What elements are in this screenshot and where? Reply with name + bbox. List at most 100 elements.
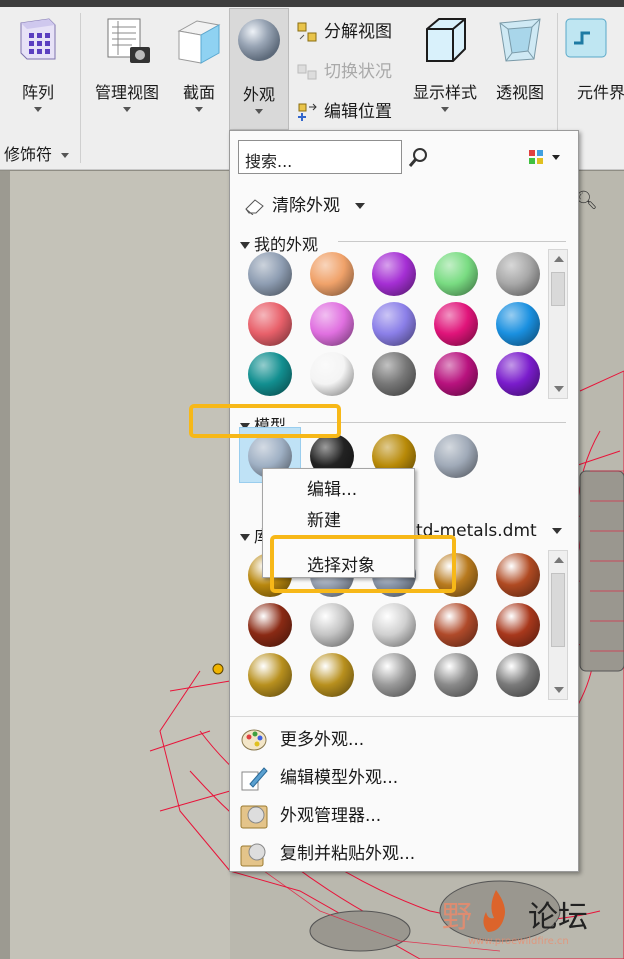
eraser-icon (245, 199, 264, 216)
component-interface-icon (565, 18, 607, 58)
appearance-swatch[interactable] (372, 352, 416, 396)
chevron-down-icon (195, 107, 203, 112)
appearance-swatch[interactable] (496, 252, 540, 296)
appearance-button[interactable]: 外观 (229, 8, 289, 130)
appearance-swatch[interactable] (434, 252, 478, 296)
appearance-swatch[interactable] (496, 653, 540, 697)
appearance-swatch[interactable] (248, 603, 292, 647)
model-section-highlight (189, 404, 341, 438)
appearance-swatch[interactable] (496, 553, 540, 597)
my-appearances-grid (236, 249, 546, 399)
chevron-down-icon (61, 153, 70, 158)
pattern-button[interactable]: 阵列 (2, 7, 74, 132)
scroll-down-icon[interactable] (554, 687, 564, 693)
edit-position-icon (298, 103, 317, 121)
appearance-swatch[interactable] (434, 352, 478, 396)
scrollbar-thumb[interactable] (551, 573, 565, 647)
perspective-icon (499, 18, 541, 62)
chevron-down-icon (441, 107, 449, 112)
toggle-status-button[interactable]: 切换状况 (296, 57, 392, 83)
appearance-swatch[interactable] (310, 352, 354, 396)
explode-view-label: 分解视图 (324, 22, 392, 42)
appearance-swatch[interactable] (248, 653, 292, 697)
component-interface-label: 元件界 (576, 83, 624, 102)
edit-appearance-icon (241, 767, 268, 791)
explode-view-icon (297, 22, 317, 42)
appearance-swatch[interactable] (434, 603, 478, 647)
appearance-sphere-icon (238, 19, 280, 61)
section-icon (177, 20, 221, 64)
more-appearances-label: 更多外观... (280, 730, 365, 750)
explode-view-button[interactable]: 分解视图 (296, 17, 392, 43)
watermark-right-text: 论坛 (528, 900, 588, 935)
edit-position-button[interactable]: 编辑位置 (296, 97, 392, 123)
chevron-down-icon (34, 107, 42, 112)
search-placeholder: 搜索... (245, 152, 293, 171)
pattern-label: 阵列 (21, 83, 54, 102)
display-style-button[interactable]: 显示样式 (406, 7, 484, 132)
divider (80, 13, 81, 163)
perspective-label: 透视图 (495, 83, 544, 102)
chevron-down-icon (123, 107, 131, 112)
appearance-swatch[interactable] (496, 302, 540, 346)
collapse-triangle-icon (240, 242, 250, 249)
title-bar (0, 0, 624, 7)
scroll-up-icon[interactable] (554, 256, 564, 262)
toggle-status-label: 切换状况 (324, 62, 392, 82)
appearance-manager-icon (240, 805, 268, 829)
section-button[interactable]: 截面 (172, 7, 226, 132)
modifiers-group[interactable]: 修饰符 (4, 141, 70, 165)
appearance-swatch[interactable] (372, 653, 416, 697)
appearance-swatch[interactable] (310, 653, 354, 697)
manage-views-label: 管理视图 (94, 83, 159, 102)
manage-views-button[interactable]: 管理视图 (86, 7, 168, 132)
chevron-down-icon (355, 203, 366, 209)
appearance-swatch[interactable] (248, 252, 292, 296)
collapse-triangle-icon (240, 534, 250, 541)
search-icon[interactable] (408, 146, 430, 168)
scrollbar-thumb[interactable] (551, 272, 565, 306)
palette-icon (241, 729, 267, 751)
appearance-swatch[interactable] (372, 603, 416, 647)
appearance-swatch[interactable] (496, 352, 540, 396)
modifiers-group-label: 修饰符 (4, 145, 53, 164)
appearance-swatch[interactable] (496, 603, 540, 647)
edit-model-appearance-label: 编辑模型外观... (280, 768, 399, 788)
edit-position-label: 编辑位置 (324, 102, 392, 122)
toggle-status-icon (297, 64, 317, 80)
appearance-manager-item[interactable]: 外观管理器... (240, 801, 381, 830)
chevron-down-icon (552, 528, 563, 534)
search-input[interactable]: 搜索... (238, 140, 402, 174)
forum-watermark: 野 论坛 www.proewildfire.cn (438, 888, 624, 959)
library-scrollbar[interactable] (548, 550, 568, 700)
clear-appearance-button[interactable]: 清除外观 (244, 191, 366, 216)
perspective-button[interactable]: 透视图 (488, 7, 552, 132)
copy-paste-appearance-item[interactable]: 复制并粘贴外观... (240, 839, 415, 868)
appearance-swatch[interactable] (434, 434, 478, 478)
appearance-swatch[interactable] (248, 352, 292, 396)
more-appearances-item[interactable]: 更多外观... (240, 725, 364, 754)
my-appearances-scrollbar[interactable] (548, 249, 568, 399)
component-interface-button[interactable]: 元件界 (565, 7, 624, 132)
flame-logo-icon (483, 890, 505, 932)
watermark-left-char: 野 (442, 900, 472, 935)
appearance-swatch[interactable] (434, 653, 478, 697)
appearance-label: 外观 (242, 85, 275, 104)
edit-model-appearance-item[interactable]: 编辑模型外观... (240, 763, 398, 792)
context-new-item[interactable]: 新建 (307, 506, 341, 531)
divider (338, 241, 566, 242)
appearance-swatch[interactable] (310, 302, 354, 346)
appearance-swatch[interactable] (310, 603, 354, 647)
context-edit-item[interactable]: 编辑... (307, 475, 357, 500)
section-label: 截面 (182, 83, 215, 102)
scroll-down-icon[interactable] (554, 386, 564, 392)
filter-view-icon[interactable] (528, 149, 562, 167)
chevron-down-icon (255, 109, 263, 114)
appearance-swatch[interactable] (434, 302, 478, 346)
appearance-swatch[interactable] (248, 302, 292, 346)
appearance-swatch[interactable] (310, 252, 354, 296)
watermark-url: www.proewildfire.cn (468, 936, 569, 947)
scroll-up-icon[interactable] (554, 557, 564, 563)
appearance-swatch[interactable] (372, 302, 416, 346)
appearance-swatch[interactable] (372, 252, 416, 296)
